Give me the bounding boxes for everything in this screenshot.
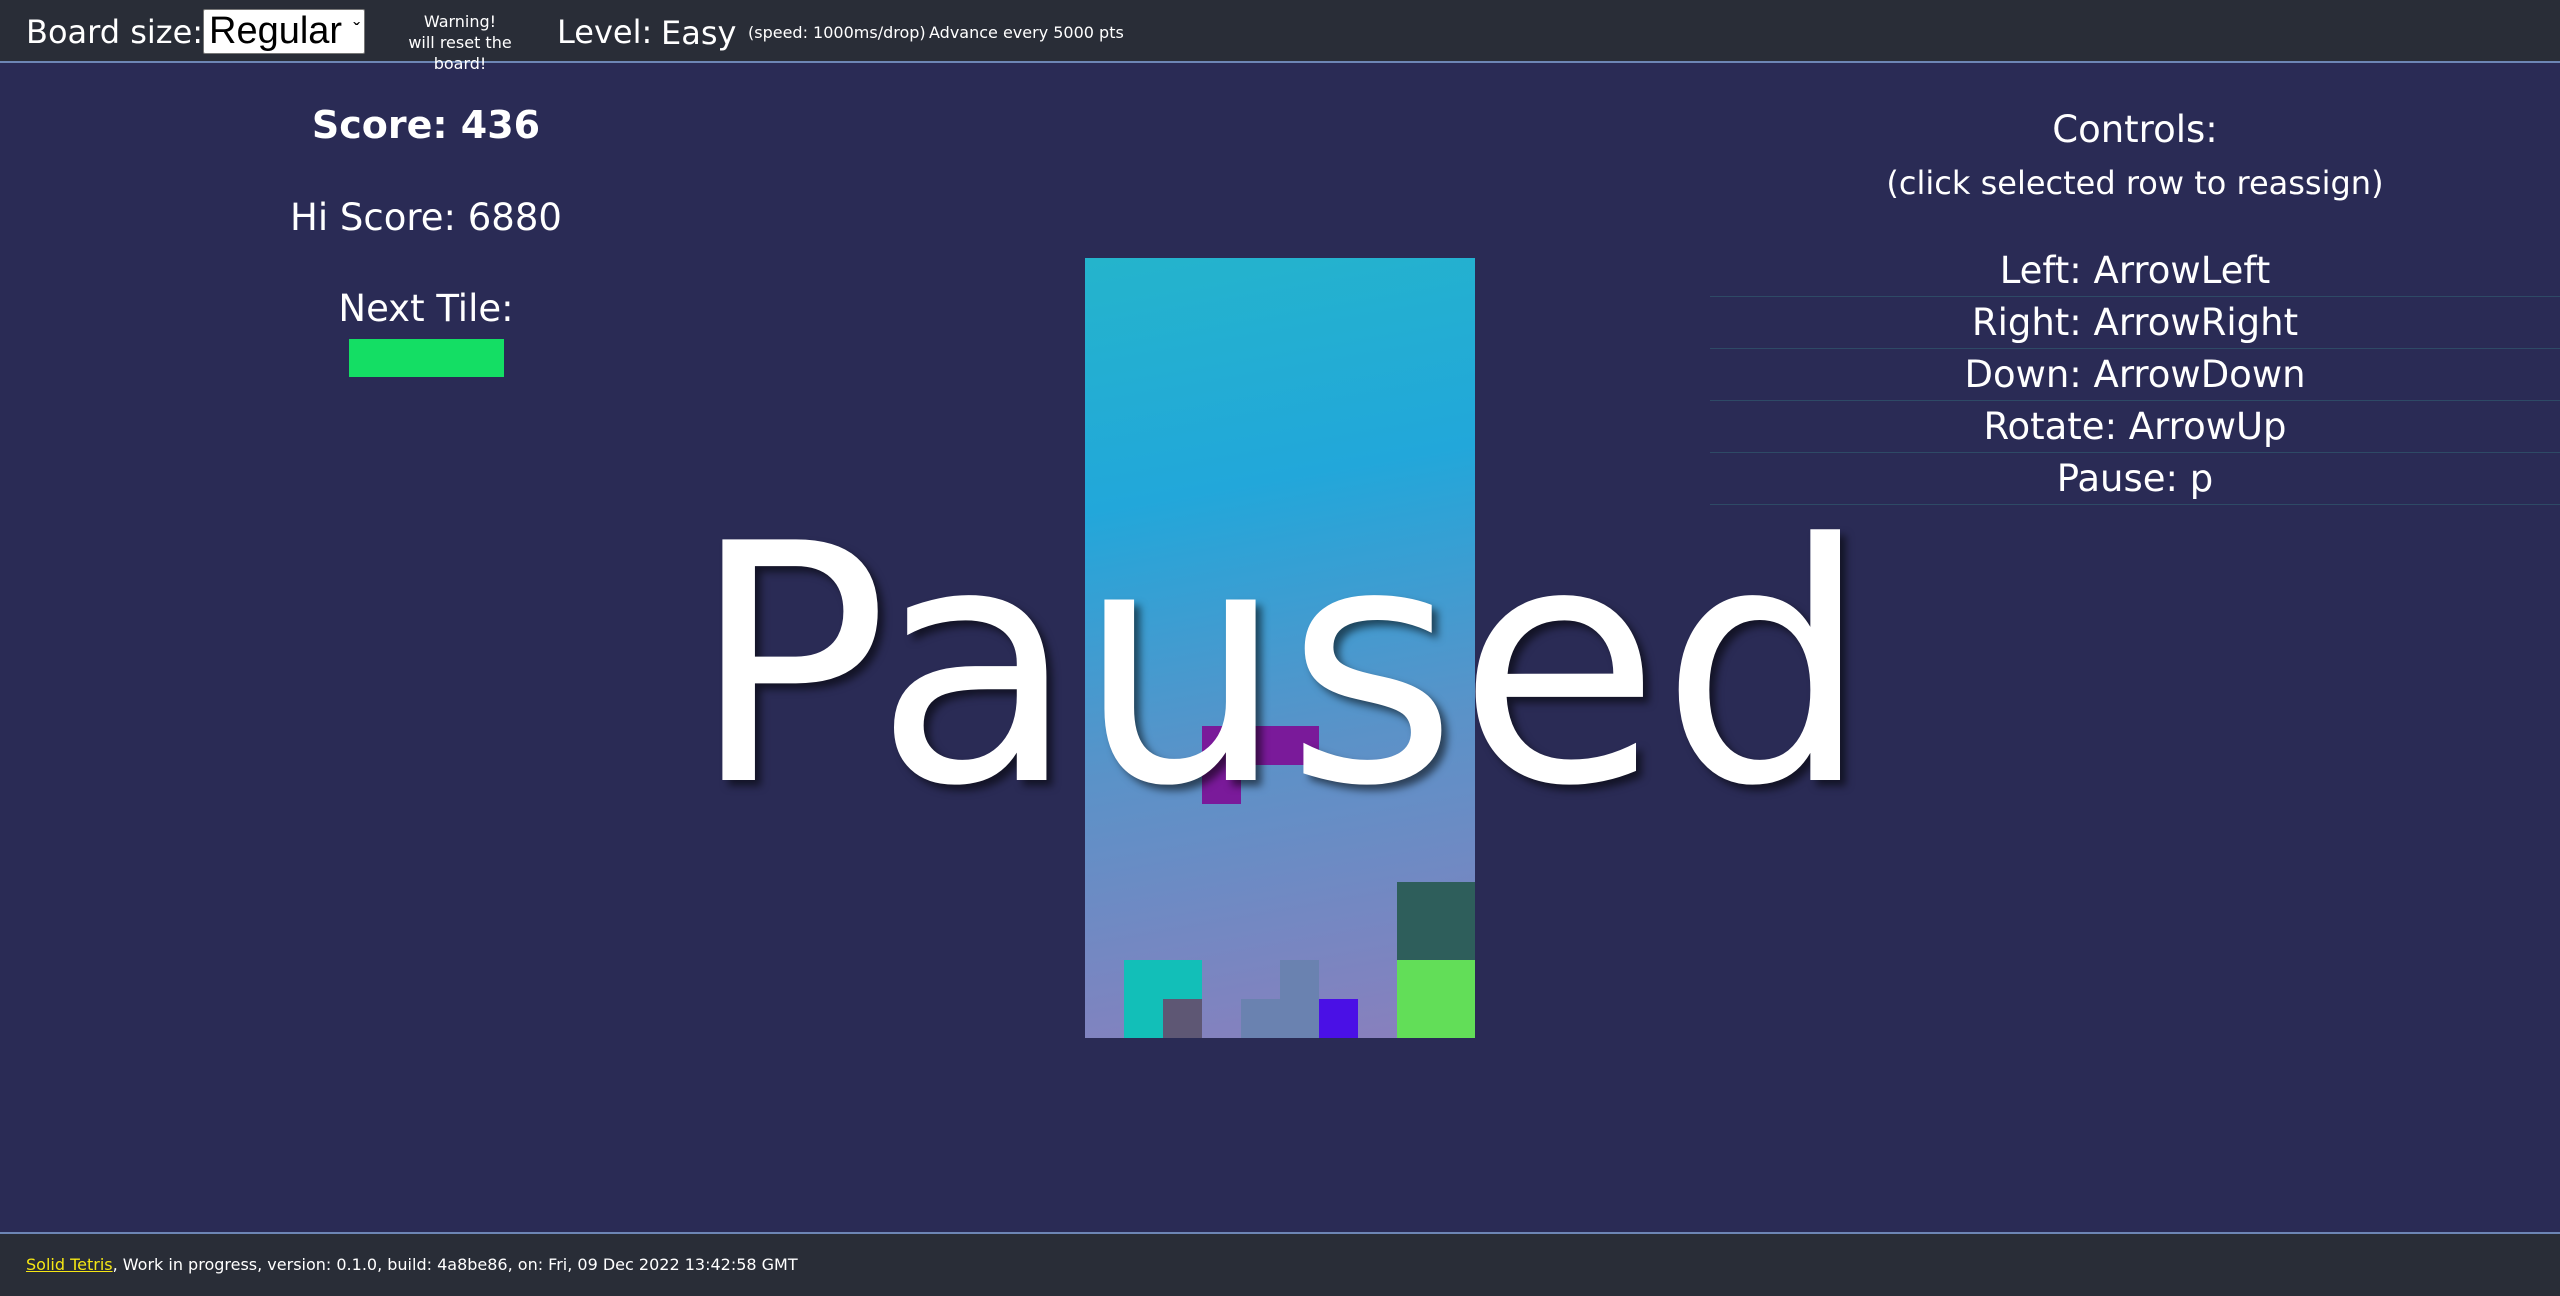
level-label: Level: bbox=[557, 13, 653, 51]
warning-line-2: will reset the board! bbox=[408, 33, 512, 73]
board-cell bbox=[1397, 921, 1436, 960]
top-bar: Board size: Regular ˇ Warning! will rese… bbox=[0, 0, 2560, 73]
reset-warning: Warning! will reset the board! bbox=[380, 11, 540, 74]
warning-line-1: Warning! bbox=[423, 12, 497, 31]
hi-score: Hi Score: 6880 bbox=[290, 196, 562, 239]
controls-subtitle: (click selected row to reassign) bbox=[1886, 164, 2384, 202]
controls-list: Left: ArrowLeft Right: ArrowRight Down: … bbox=[1710, 245, 2560, 505]
score: Score: 436 bbox=[311, 103, 541, 147]
board-cell bbox=[1436, 882, 1475, 921]
controls-title: Controls: bbox=[2052, 108, 2218, 151]
control-row-right[interactable]: Right: ArrowRight bbox=[1710, 297, 2560, 349]
board-cell bbox=[1280, 999, 1319, 1038]
board-cell bbox=[1163, 960, 1202, 999]
level-value[interactable]: Easy bbox=[661, 14, 736, 52]
board-cell bbox=[1202, 765, 1241, 804]
board-cell bbox=[1280, 726, 1319, 765]
solid-tetris-link[interactable]: Solid Tetris bbox=[26, 1255, 113, 1274]
game-board[interactable] bbox=[1085, 258, 1475, 1038]
footer: Solid Tetris, Work in progress, version:… bbox=[0, 1232, 2560, 1296]
board-cell bbox=[1202, 726, 1241, 765]
version-info: , Work in progress, version: 0.1.0, buil… bbox=[112, 1255, 798, 1274]
board-cell bbox=[1397, 882, 1436, 921]
board-cell bbox=[1241, 999, 1280, 1038]
control-row-down[interactable]: Down: ArrowDown bbox=[1710, 349, 2560, 401]
advance-info: Advance every 5000 pts bbox=[929, 23, 1124, 42]
board-cell bbox=[1436, 999, 1475, 1038]
board-size-select[interactable]: Regular ˇ bbox=[203, 9, 365, 54]
board-cell bbox=[1124, 999, 1163, 1038]
board-cell bbox=[1163, 999, 1202, 1038]
control-row-left[interactable]: Left: ArrowLeft bbox=[1710, 245, 2560, 297]
board-cell bbox=[1241, 726, 1280, 765]
board-cell bbox=[1280, 960, 1319, 999]
speed-info: (speed: 1000ms/drop) bbox=[748, 23, 926, 42]
board-cell bbox=[1397, 960, 1436, 999]
next-tile-label: Next Tile: bbox=[338, 287, 514, 330]
board-cell bbox=[1319, 999, 1358, 1038]
control-row-rotate[interactable]: Rotate: ArrowUp bbox=[1710, 401, 2560, 453]
next-tile-preview bbox=[349, 339, 504, 377]
control-row-pause[interactable]: Pause: p bbox=[1710, 453, 2560, 505]
board-size-value: Regular bbox=[209, 10, 343, 52]
board-cell bbox=[1436, 960, 1475, 999]
board-cell bbox=[1397, 999, 1436, 1038]
board-size-label: Board size: bbox=[26, 13, 204, 51]
chevron-down-icon: ˇ bbox=[353, 20, 360, 42]
footer-text: Solid Tetris, Work in progress, version:… bbox=[26, 1255, 798, 1274]
board-cell bbox=[1124, 960, 1163, 999]
board-cell bbox=[1436, 921, 1475, 960]
